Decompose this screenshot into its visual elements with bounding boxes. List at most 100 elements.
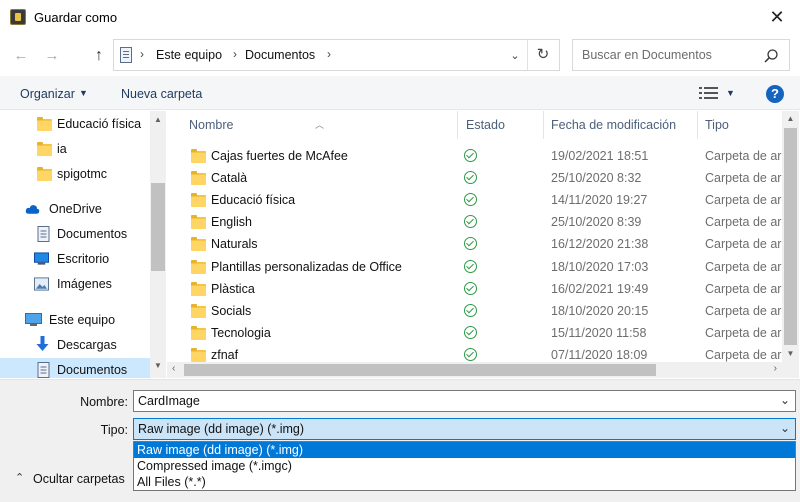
table-row[interactable]: Naturals 16/12/2020 21:38 Carpeta de arc [167, 233, 782, 255]
file-name: English [211, 215, 252, 229]
file-name-field[interactable]: CardImage ⌄ [133, 390, 796, 412]
details-view-icon[interactable] [699, 87, 719, 99]
close-icon[interactable]: ✕ [754, 0, 800, 34]
search-input[interactable]: Buscar en Documentos [582, 48, 712, 62]
sidebar-item-educacio-fisica[interactable]: Educació física [0, 112, 150, 136]
file-name: Naturals [211, 237, 258, 251]
file-type-value[interactable]: Raw image (dd image) (*.img) [138, 422, 304, 436]
chevron-down-icon[interactable]: ⌄ [504, 46, 526, 66]
modified-date: 18/10/2020 20:15 [551, 304, 649, 318]
column-header-label: Fecha de modificación [551, 118, 677, 132]
modified-date: 15/11/2020 11:58 [551, 326, 647, 340]
table-row[interactable]: Plantillas personalizadas de Office 18/1… [167, 256, 782, 278]
scroll-up-icon[interactable]: ▲ [782, 114, 799, 123]
sidebar-item-ia[interactable]: ia [0, 137, 150, 161]
sidebar-item-spigotmc[interactable]: spigotmc [0, 162, 150, 186]
column-header-name[interactable]: Nombre ︿ [167, 111, 455, 139]
file-list-horizontal-scrollbar[interactable]: ‹ › [167, 362, 782, 378]
table-row[interactable]: Plàstica 16/02/2021 19:49 Carpeta de arc [167, 278, 782, 300]
chevron-right-icon[interactable]: › [140, 47, 144, 61]
column-header-status[interactable]: Estado [458, 111, 542, 139]
refresh-icon[interactable]: ↻ [531, 45, 555, 65]
chevron-down-icon[interactable]: ⌄ [780, 421, 790, 435]
sidebar-item-escritorio[interactable]: Escritorio [0, 247, 150, 271]
download-icon [36, 336, 49, 351]
column-header-label: Estado [466, 118, 505, 132]
modified-date: 14/11/2020 19:27 [551, 193, 648, 207]
sort-ascending-icon: ︿ [315, 120, 325, 130]
sidebar-item-label: Este equipo [49, 313, 116, 327]
scrollbar-thumb[interactable] [151, 183, 165, 271]
sidebar-item-imagenes[interactable]: Imágenes [0, 272, 150, 296]
file-list-vertical-scrollbar[interactable]: ▲ ▼ [782, 111, 799, 362]
document-icon [120, 47, 132, 63]
sidebar-item-label: Educació física [57, 117, 142, 131]
address-bar[interactable]: › Este equipo › Documentos › ⌄ ↻ [113, 39, 560, 71]
file-type-dropdown: Raw image (dd image) (*.img) Compressed … [133, 441, 796, 491]
caret-down-icon[interactable]: ▼ [79, 88, 88, 98]
table-row[interactable]: Cajas fuertes de McAfee 19/02/2021 18:51… [167, 145, 782, 167]
modified-date: 07/11/2020 18:09 [551, 348, 648, 362]
sidebar-item-label: Descargas [57, 338, 117, 352]
folder-icon [37, 117, 52, 131]
hide-folders-button[interactable]: ⌃ Ocultar carpetas [15, 470, 135, 488]
arrow-up-icon[interactable]: ↑ [88, 45, 110, 67]
chevron-right-icon[interactable]: › [327, 47, 331, 61]
file-type-option[interactable]: All Files (*.*) [134, 474, 795, 490]
table-row[interactable]: Socials 18/10/2020 20:15 Carpeta de arc [167, 300, 782, 322]
scroll-down-icon[interactable]: ▼ [150, 361, 166, 370]
sidebar-item-documentos-onedrive[interactable]: Documentos [0, 222, 150, 246]
table-row[interactable]: Educació física 14/11/2020 19:27 Carpeta… [167, 189, 782, 211]
folder-icon [191, 282, 206, 296]
hide-folders-label: Ocultar carpetas [33, 472, 125, 486]
sync-ok-icon [464, 215, 477, 228]
modified-date: 18/10/2020 17:03 [551, 260, 649, 274]
column-header-modified[interactable]: Fecha de modificación [544, 111, 696, 139]
folder-icon [191, 260, 206, 274]
column-header-type[interactable]: Tipo [698, 111, 782, 139]
sync-ok-icon [464, 149, 477, 162]
column-header-label: Nombre [189, 118, 234, 132]
folder-icon [37, 142, 52, 156]
scroll-right-icon[interactable]: › [774, 363, 777, 374]
file-type-option[interactable]: Raw image (dd image) (*.img) [134, 442, 795, 458]
organize-button[interactable]: Organizar [20, 87, 75, 101]
chevron-right-icon[interactable]: › [233, 47, 237, 61]
scrollbar-thumb[interactable] [784, 128, 797, 345]
sidebar-item-descargas[interactable]: Descargas [0, 333, 150, 357]
sidebar-scrollbar[interactable]: ▲ ▼ [150, 111, 166, 378]
file-type-option[interactable]: Compressed image (*.imgc) [134, 458, 795, 474]
sidebar-item-onedrive[interactable]: OneDrive [0, 197, 150, 221]
table-row[interactable]: Tecnologia 15/11/2020 11:58 Carpeta de a… [167, 322, 782, 344]
sidebar-item-documentos[interactable]: Documentos [0, 358, 150, 378]
sidebar-item-este-equipo[interactable]: Este equipo [0, 308, 150, 332]
new-folder-button[interactable]: Nueva carpeta [121, 87, 202, 101]
file-name: zfnaf [211, 348, 239, 362]
file-type: Carpeta de arc [705, 304, 782, 318]
breadcrumb-documentos[interactable]: Documentos [245, 48, 315, 62]
app-icon [10, 9, 26, 25]
table-row[interactable]: zfnaf 07/11/2020 18:09 Carpeta de arc [167, 344, 782, 362]
caret-down-icon[interactable]: ▼ [726, 88, 735, 98]
help-icon[interactable]: ? [766, 85, 784, 103]
sidebar-item-label: ia [57, 142, 67, 156]
file-type: Carpeta de arc [705, 237, 782, 251]
search-box[interactable]: Buscar en Documentos [572, 39, 790, 71]
scroll-down-icon[interactable]: ▼ [782, 349, 799, 358]
breadcrumb-este-equipo[interactable]: Este equipo [156, 48, 222, 62]
file-name-value[interactable]: CardImage [138, 394, 200, 408]
arrow-left-icon[interactable]: ← [10, 45, 32, 67]
scroll-up-icon[interactable]: ▲ [150, 115, 166, 124]
table-row[interactable]: Català 25/10/2020 8:32 Carpeta de arc [167, 167, 782, 189]
scrollbar-corner [782, 362, 799, 378]
file-type: Carpeta de arc [705, 149, 782, 163]
divider [527, 40, 528, 70]
arrow-right-icon[interactable]: → [41, 45, 63, 67]
modified-date: 19/02/2021 18:51 [551, 149, 649, 163]
scroll-left-icon[interactable]: ‹ [172, 363, 175, 374]
scrollbar-thumb[interactable] [184, 364, 656, 376]
chevron-down-icon[interactable]: ⌄ [780, 393, 790, 407]
search-icon[interactable] [763, 48, 779, 64]
file-type-select[interactable]: Raw image (dd image) (*.img) ⌄ [133, 418, 796, 440]
table-row[interactable]: English 25/10/2020 8:39 Carpeta de arc [167, 211, 782, 233]
